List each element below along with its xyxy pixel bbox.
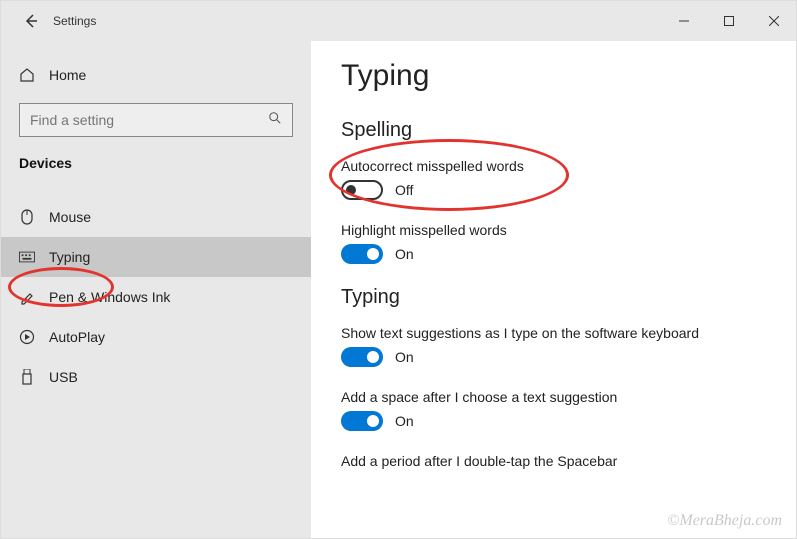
- toggle-suggestions[interactable]: [341, 347, 383, 367]
- setting-label: Add a period after I double-tap the Spac…: [341, 453, 766, 469]
- search-box[interactable]: [19, 103, 293, 137]
- pen-icon: [19, 289, 35, 305]
- toggle-state-text: On: [395, 349, 414, 365]
- sidebar-item-typing[interactable]: Typing: [1, 237, 311, 277]
- sidebar-item-pen[interactable]: Pen & Windows Ink: [1, 277, 311, 317]
- toggle-add-space[interactable]: [341, 411, 383, 431]
- sidebar-item-label: Pen & Windows Ink: [49, 289, 170, 305]
- home-button[interactable]: Home: [1, 55, 311, 95]
- setting-label: Highlight misspelled words: [341, 222, 766, 238]
- window-title: Settings: [53, 14, 96, 28]
- sidebar-item-label: AutoPlay: [49, 329, 105, 345]
- nav-list: Mouse Typing Pen & Windows Ink AutoPlay …: [1, 197, 311, 397]
- section-header-typing: Typing: [341, 286, 766, 309]
- setting-highlight: Highlight misspelled words On: [341, 222, 766, 264]
- close-icon: [769, 16, 779, 26]
- minimize-button[interactable]: [661, 1, 706, 41]
- page-title: Typing: [341, 59, 766, 93]
- toggle-state-text: On: [395, 246, 414, 262]
- sidebar: Home Devices Mouse Typing Pen & Windows …: [1, 41, 311, 538]
- window-controls: [661, 1, 796, 41]
- minimize-icon: [679, 16, 689, 26]
- autoplay-icon: [19, 329, 35, 345]
- sidebar-item-autoplay[interactable]: AutoPlay: [1, 317, 311, 357]
- search-icon: [268, 111, 282, 130]
- setting-double-tap: Add a period after I double-tap the Spac…: [341, 453, 766, 469]
- keyboard-icon: [19, 249, 35, 265]
- sidebar-item-label: Mouse: [49, 209, 91, 225]
- maximize-button[interactable]: [706, 1, 751, 41]
- back-button[interactable]: [19, 9, 43, 33]
- content-pane: Typing Spelling Autocorrect misspelled w…: [311, 41, 796, 538]
- setting-add-space: Add a space after I choose a text sugges…: [341, 389, 766, 431]
- home-icon: [19, 67, 35, 83]
- category-label: Devices: [1, 149, 311, 183]
- back-arrow-icon: [23, 13, 39, 29]
- toggle-state-text: Off: [395, 182, 413, 198]
- maximize-icon: [724, 16, 734, 26]
- close-button[interactable]: [751, 1, 796, 41]
- setting-label: Add a space after I choose a text sugges…: [341, 389, 766, 405]
- toggle-state-text: On: [395, 413, 414, 429]
- setting-label: Show text suggestions as I type on the s…: [341, 325, 766, 341]
- sidebar-item-label: USB: [49, 369, 78, 385]
- titlebar: Settings: [1, 1, 796, 41]
- mouse-icon: [19, 209, 35, 225]
- search-input[interactable]: [30, 112, 268, 128]
- toggle-highlight[interactable]: [341, 244, 383, 264]
- setting-autocorrect: Autocorrect misspelled words Off: [341, 158, 766, 200]
- setting-suggestions: Show text suggestions as I type on the s…: [341, 325, 766, 367]
- usb-icon: [19, 369, 35, 385]
- sidebar-item-usb[interactable]: USB: [1, 357, 311, 397]
- section-header-spelling: Spelling: [341, 119, 766, 142]
- sidebar-item-mouse[interactable]: Mouse: [1, 197, 311, 237]
- sidebar-item-label: Typing: [49, 249, 90, 265]
- toggle-autocorrect[interactable]: [341, 180, 383, 200]
- watermark: ©MeraBheja.com: [667, 512, 782, 530]
- setting-label: Autocorrect misspelled words: [341, 158, 766, 174]
- home-label: Home: [49, 67, 86, 83]
